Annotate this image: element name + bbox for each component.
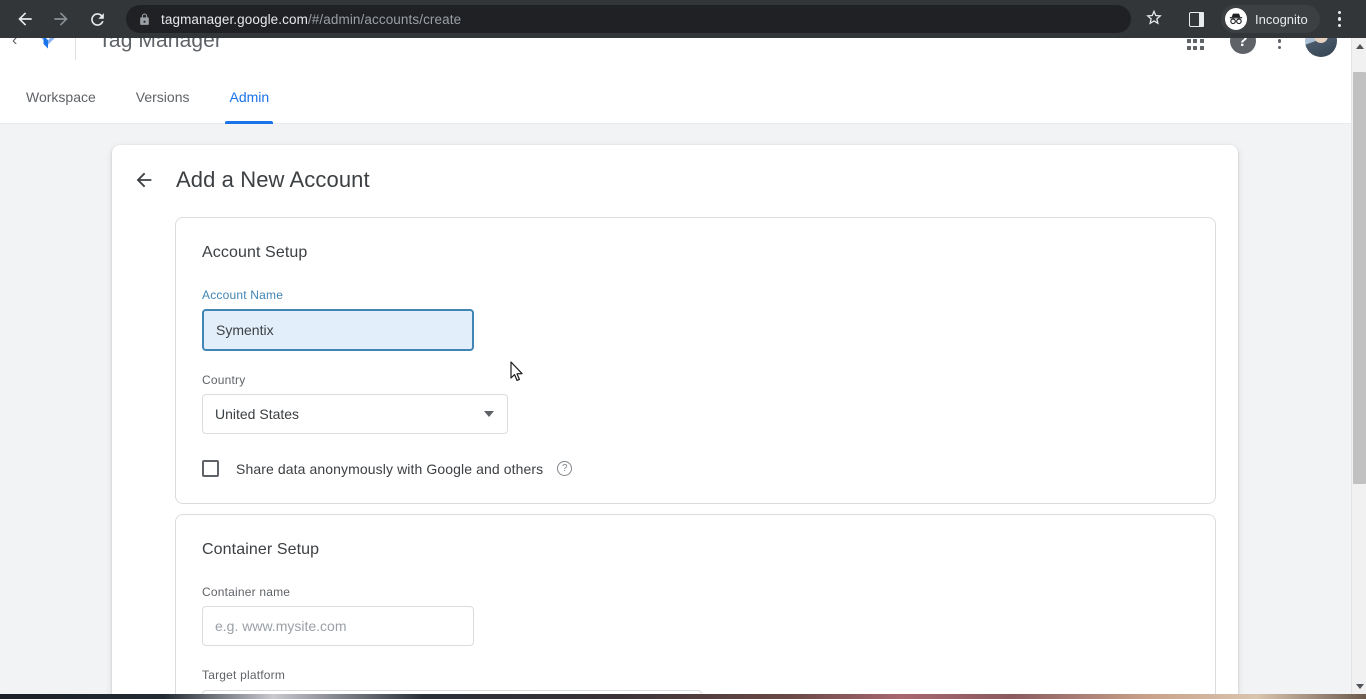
scroll-up-arrow-icon[interactable] (1352, 38, 1366, 54)
gtm-nav-tabs: Workspace Versions Admin (0, 70, 1351, 124)
side-panel-button[interactable] (1181, 4, 1211, 34)
page-scrollbar[interactable] (1351, 38, 1366, 694)
url-path: /#/admin/accounts/create (307, 11, 462, 27)
profile-chip[interactable]: Incognito (1221, 5, 1320, 33)
account-setup-title: Account Setup (202, 244, 308, 261)
forward-arrow-icon (51, 9, 71, 29)
side-panel-icon (1188, 11, 1204, 27)
tab-versions-label: Versions (135, 89, 190, 105)
browser-toolbar: tagmanager.google.com/#/admin/accounts/c… (0, 0, 1366, 38)
back-arrow-icon (15, 9, 35, 29)
browser-toolbar-actions: Incognito (1139, 4, 1360, 34)
gtm-app-bar: ‹ Tag Manager ? (0, 38, 1351, 70)
os-taskbar (0, 694, 1366, 699)
country-label: Country (202, 373, 246, 387)
tab-workspace[interactable]: Workspace (6, 70, 116, 124)
profile-label: Incognito (1255, 11, 1308, 27)
page-viewport: ‹ Tag Manager ? Workspace Versions Admin… (0, 38, 1366, 694)
more-vert-icon[interactable] (1277, 38, 1281, 50)
back-arrow-icon[interactable] (132, 168, 156, 192)
tab-workspace-label: Workspace (26, 89, 96, 105)
container-setup-section: Container Setup Container name Target pl… (175, 514, 1216, 694)
account-name-label: Account Name (202, 288, 284, 302)
nav-chevron-icon[interactable]: ‹ (12, 38, 17, 50)
tab-versions[interactable]: Versions (116, 70, 210, 124)
account-name-input[interactable] (202, 309, 474, 351)
target-platform-label: Target platform (202, 668, 286, 682)
card-header: Add a New Account (112, 145, 1238, 207)
country-select[interactable]: United States (202, 394, 508, 434)
help-icon[interactable]: ? (1229, 38, 1256, 54)
browser-menu-button[interactable] (1326, 4, 1354, 34)
bookmark-star-button[interactable] (1139, 4, 1169, 34)
container-name-input[interactable] (202, 606, 474, 646)
reload-icon (88, 10, 107, 29)
address-bar-url: tagmanager.google.com/#/admin/accounts/c… (161, 12, 461, 27)
apps-grid-icon[interactable] (1186, 38, 1204, 50)
page-title: Add a New Account (176, 167, 370, 192)
add-account-card: Add a New Account Account Setup Account … (112, 145, 1238, 694)
avatar[interactable] (1305, 38, 1337, 57)
chevron-down-icon (484, 411, 494, 417)
three-dot-menu-icon (1338, 11, 1342, 15)
appbar-divider (75, 38, 77, 60)
container-setup-title: Container Setup (202, 541, 320, 558)
share-data-row[interactable]: Share data anonymously with Google and o… (202, 460, 1215, 477)
browser-back-button[interactable] (10, 4, 40, 34)
incognito-icon (1225, 8, 1247, 30)
product-title: Tag Manager (98, 38, 223, 52)
scroll-down-arrow-icon[interactable] (1352, 678, 1366, 694)
url-domain: tagmanager.google.com (161, 11, 308, 27)
share-data-checkbox[interactable] (202, 460, 219, 477)
share-data-label: Share data anonymously with Google and o… (236, 460, 544, 477)
browser-forward-button[interactable] (46, 4, 76, 34)
star-icon (1145, 8, 1163, 31)
tab-admin-label: Admin (229, 89, 270, 105)
tag-manager-logo-icon (31, 38, 65, 58)
tab-admin[interactable]: Admin (209, 70, 289, 124)
lock-icon (138, 13, 151, 26)
browser-reload-button[interactable] (82, 4, 112, 34)
container-name-label: Container name (202, 585, 291, 599)
country-selected-value: United States (215, 406, 300, 422)
help-circle-icon[interactable]: ? (557, 461, 573, 476)
address-bar[interactable]: tagmanager.google.com/#/admin/accounts/c… (126, 5, 1131, 33)
appbar-actions: ? (1186, 38, 1351, 57)
account-setup-section: Account Setup Account Name Country Unite… (175, 217, 1216, 504)
scroll-thumb[interactable] (1353, 72, 1366, 484)
